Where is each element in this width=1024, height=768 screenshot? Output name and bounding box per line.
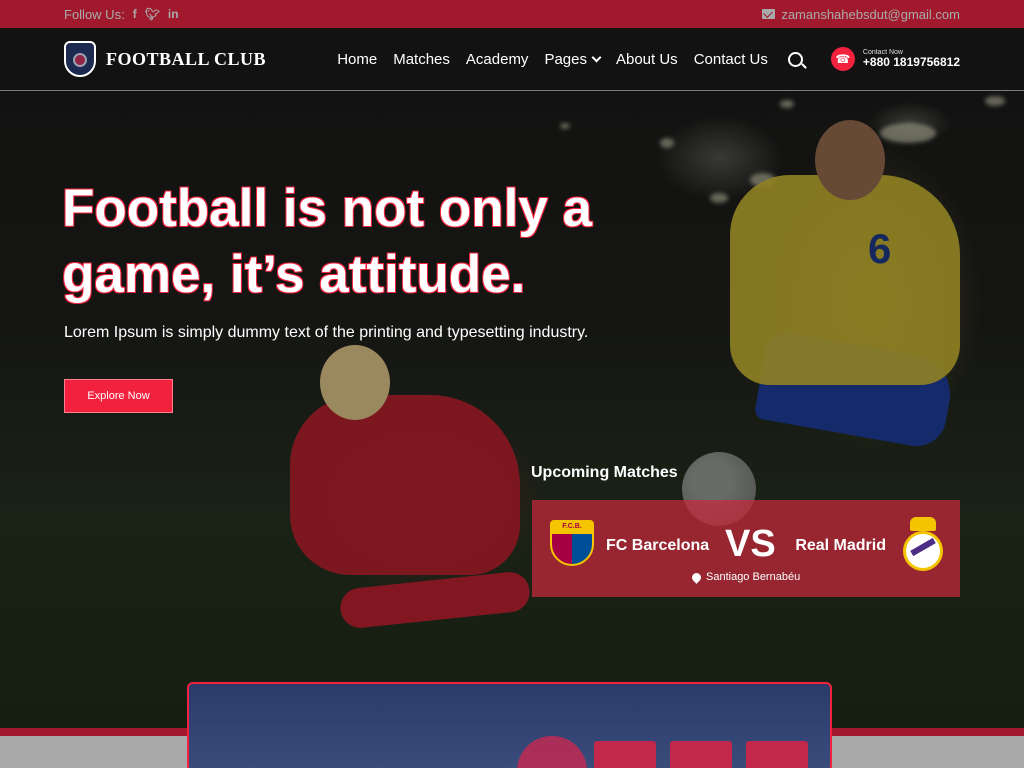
nav-menu: Home Matches Academy Pages About Us Cont… <box>337 47 960 71</box>
away-team: Real Madrid <box>795 537 886 554</box>
nav-contact[interactable]: Contact Us <box>694 51 768 68</box>
upcoming-matches-title: Upcoming Matches <box>531 464 678 481</box>
nav-academy[interactable]: Academy <box>466 51 529 68</box>
nav-about[interactable]: About Us <box>616 51 678 68</box>
countdown-box <box>670 741 732 768</box>
brand-name: FOOTBALL CLUB <box>106 48 267 69</box>
contact-number: +880 1819756812 <box>862 55 960 70</box>
countdown-box <box>746 741 808 768</box>
countdown-box <box>594 741 656 768</box>
countdown-circle <box>517 736 587 768</box>
headline-line-1: Football is not only a <box>62 179 592 238</box>
vs-label: VS <box>725 523 776 565</box>
home-team: FC Barcelona <box>606 537 710 554</box>
hero-subtext: Lorem Ipsum is simply dummy text of the … <box>64 324 589 341</box>
main-navbar: FOOTBALL CLUB Home Matches Academy Pages… <box>0 28 1024 91</box>
nav-pages[interactable]: Pages <box>544 50 602 68</box>
barcelona-crest-icon: F.C.B. <box>550 520 594 566</box>
club-logo-icon <box>64 41 96 77</box>
venue-name: Santiago Bernabéu <box>706 571 801 583</box>
next-match-card <box>187 682 832 768</box>
chevron-down-icon <box>591 52 602 62</box>
headline-line-2: game, it’s attitude. <box>62 245 526 304</box>
phone-icon: ☎ <box>830 47 855 71</box>
contact-now[interactable]: ☎ Contact Now +880 1819756812 <box>830 47 960 71</box>
real-madrid-crest-icon <box>902 517 944 573</box>
nav-pages-label: Pages <box>544 50 587 68</box>
barcelona-crest-text: F.C.B. <box>562 523 582 530</box>
upcoming-match-card[interactable]: F.C.B. FC Barcelona VS Real Madrid Santi… <box>532 500 960 597</box>
nav-home[interactable]: Home <box>337 51 377 68</box>
nav-matches[interactable]: Matches <box>393 51 450 68</box>
contact-label: Contact Now <box>862 48 903 56</box>
search-icon[interactable] <box>787 51 803 67</box>
brand-logo[interactable]: FOOTBALL CLUB <box>64 41 266 77</box>
match-venue: Santiago Bernabéu <box>690 570 801 584</box>
location-pin-icon <box>690 570 703 584</box>
explore-now-button[interactable]: Explore Now <box>64 379 173 413</box>
hero-headline: Football is not only a game, it’s attitu… <box>62 176 622 308</box>
